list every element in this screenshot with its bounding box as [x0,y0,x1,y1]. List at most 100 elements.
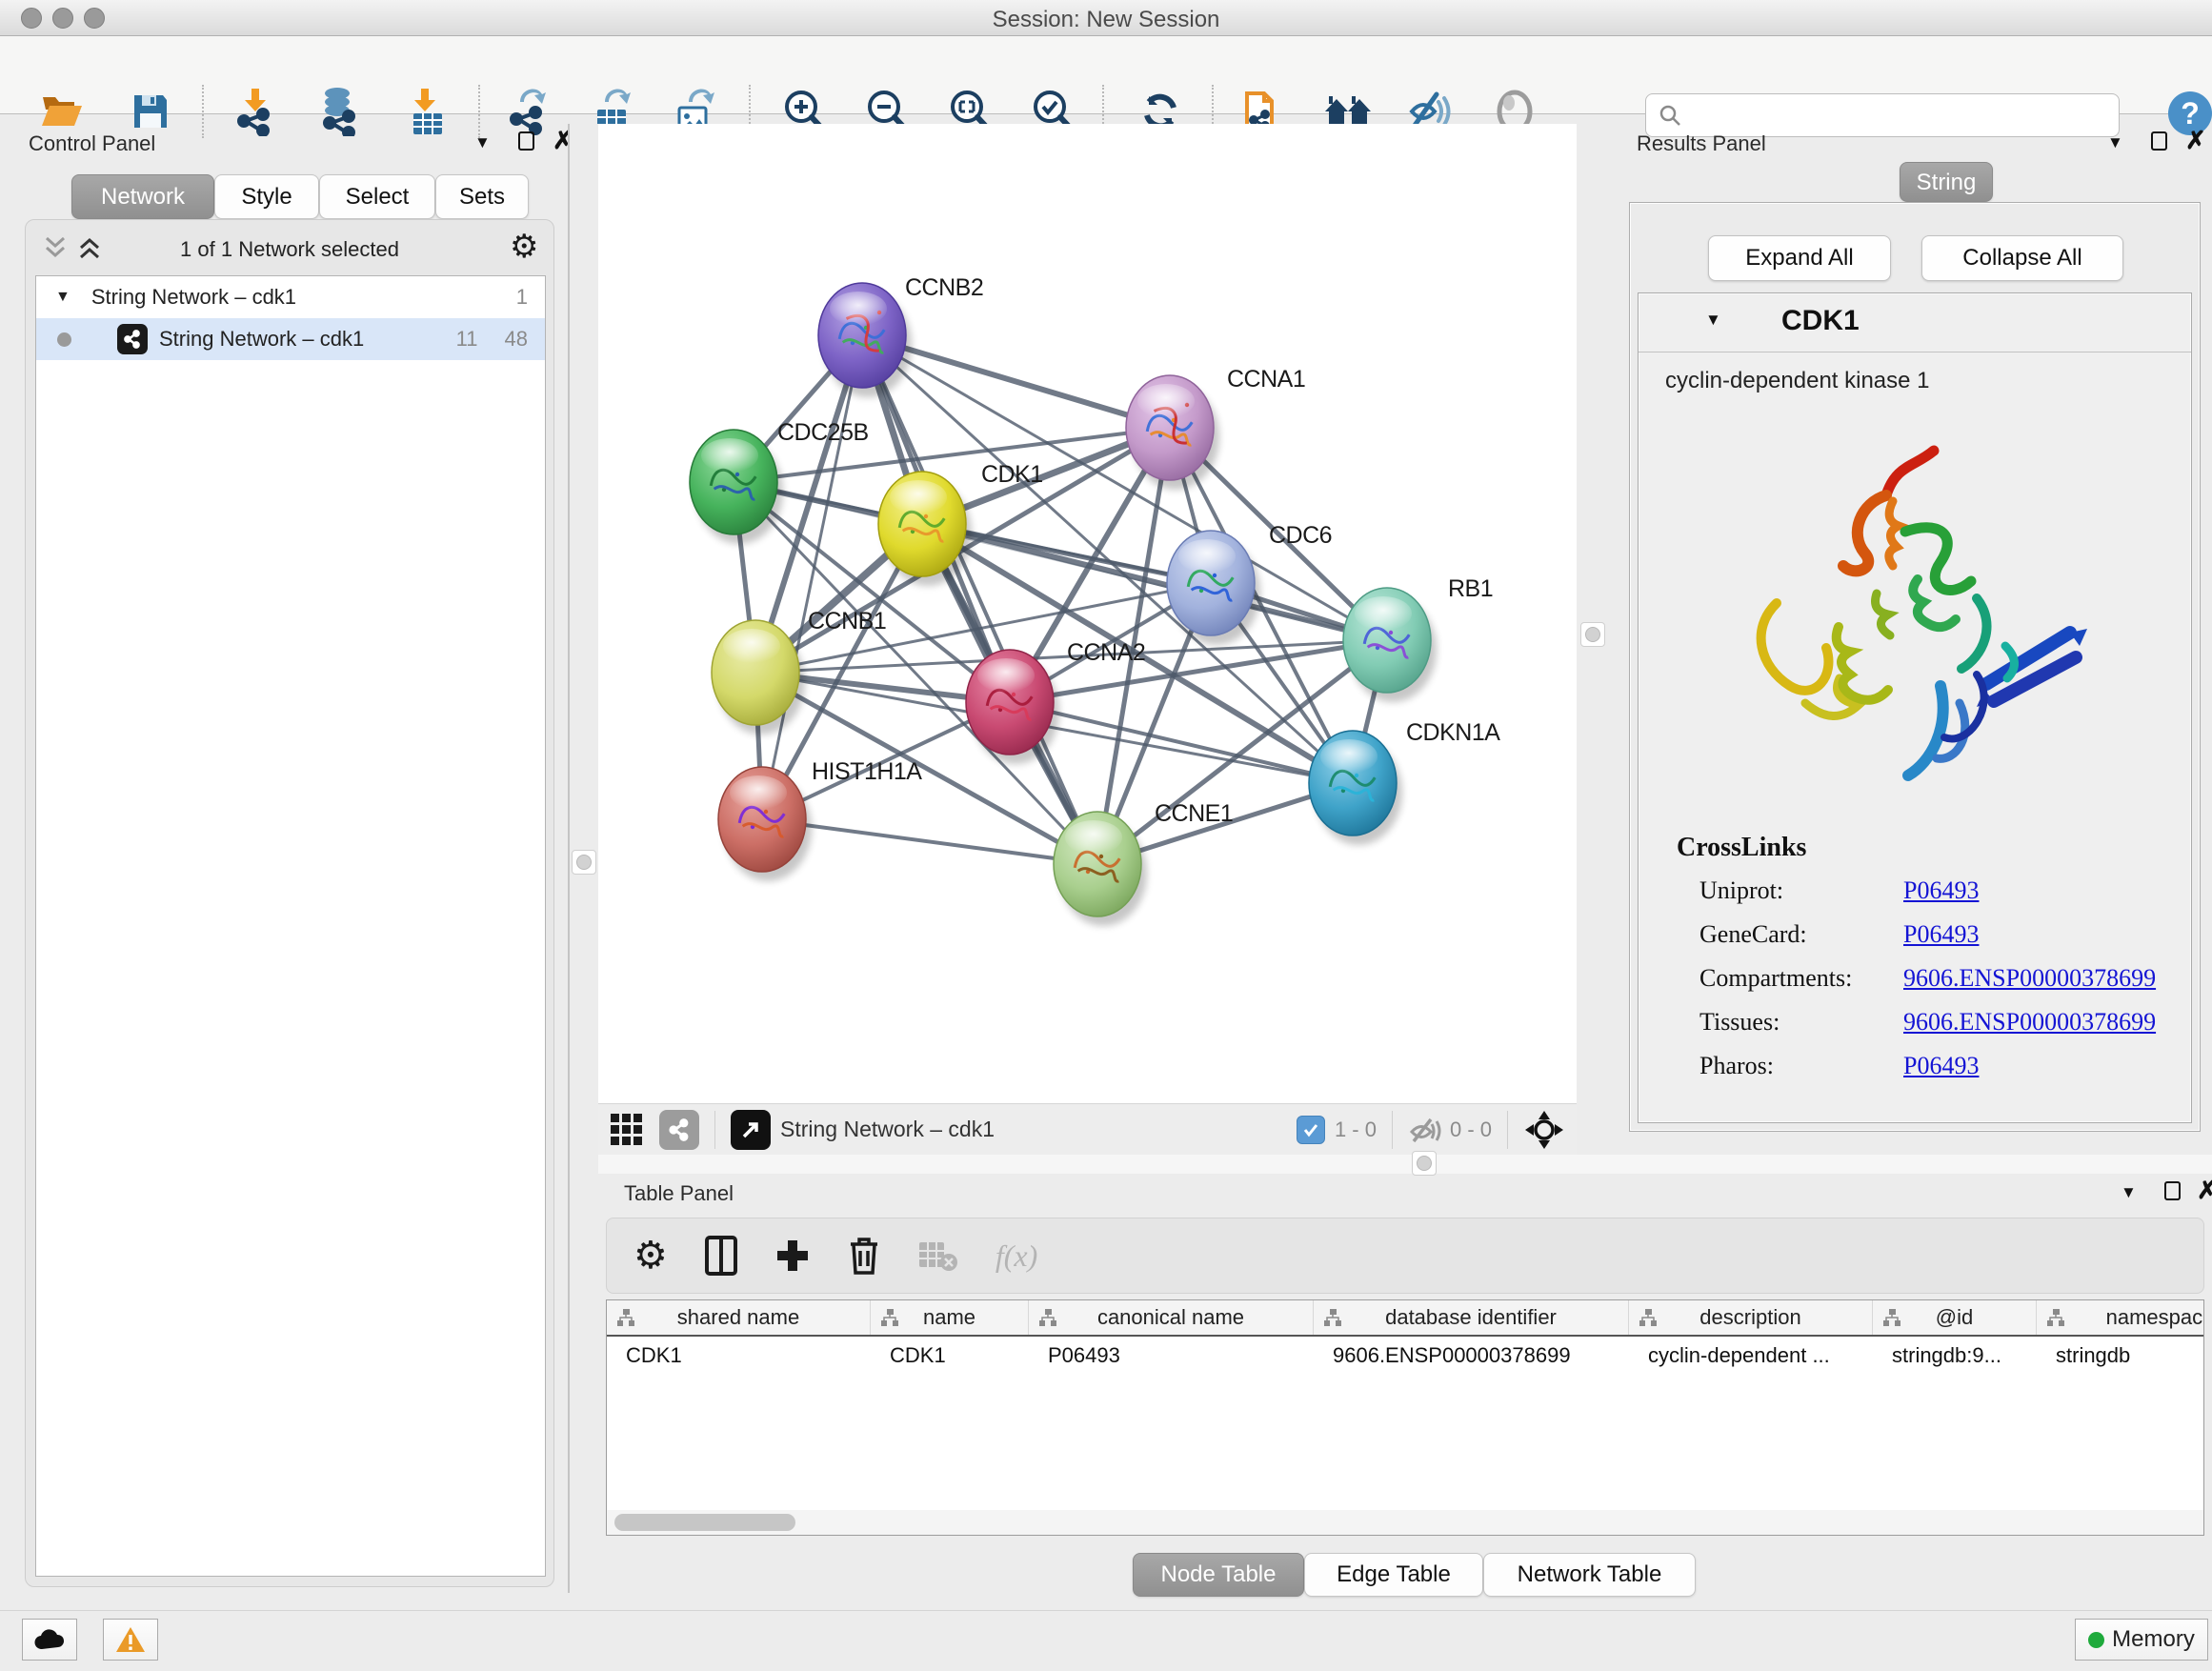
hidden-eye-icon [1408,1115,1442,1145]
left-splitter-handle[interactable] [572,850,596,875]
netbar-separator [714,1111,715,1149]
crosslink-link[interactable]: 9606.ENSP00000378699 [1903,964,2156,993]
status-bar: Memory [0,1610,2212,1671]
tab-network[interactable]: Network [71,174,214,219]
tab-node-table[interactable]: Node Table [1133,1553,1304,1597]
network-canvas[interactable]: CCNB2CCNA1CDC25BCDK1CDC6RB1CCNB1CCNA2CDK… [598,124,1577,1103]
string-results-container: Expand All Collapse All ▼ CDK1 cyclin-de… [1629,202,2201,1132]
network-node-cdkn1a[interactable] [1309,731,1402,845]
node-label-ccna2: CCNA2 [1067,639,1145,666]
warning-status-button[interactable] [103,1619,158,1661]
network-node-cdk1[interactable] [878,472,972,586]
network-type-icon [117,324,148,354]
table-tabs: Node TableEdge TableNetwork Table [1133,1553,1696,1599]
table-options-gear-icon[interactable]: ⚙ [633,1234,668,1278]
column-header-name[interactable]: name [871,1300,1029,1335]
delete-table-icon [917,1238,959,1273]
crosslink-label: Pharos: [1699,1052,1903,1080]
table-hscrollbar[interactable] [607,1510,2203,1535]
gene-collapse-icon[interactable]: ▼ [1705,311,1721,330]
fit-content-crosshair-icon[interactable] [1523,1109,1565,1151]
results-panel-float-icon[interactable] [2151,131,2167,151]
network-status-dot [57,332,71,347]
crosslink-link[interactable]: P06493 [1903,876,1979,905]
show-columns-icon[interactable] [704,1235,738,1277]
collection-count: 1 [516,285,528,310]
gene-card: ▼ CDK1 cyclin-dependent kinase 1 [1638,292,2192,1123]
network-row[interactable]: String Network – cdk1 11 48 [36,318,545,360]
control-panel-float-icon[interactable] [518,131,534,151]
node-label-ccna1: CCNA1 [1227,366,1305,393]
crosslink-link[interactable]: 9606.ENSP00000378699 [1903,1008,2156,1037]
node-label-cdc25b: CDC25B [777,419,869,446]
tab-sets[interactable]: Sets [435,174,529,219]
birdseye-view-icon[interactable] [731,1110,771,1150]
table-hscrollbar-thumb[interactable] [614,1514,795,1531]
tab-select[interactable]: Select [319,174,435,219]
delete-column-trash-icon[interactable] [847,1235,881,1277]
control-panel-tabs: NetworkStyleSelectSets [71,174,567,220]
network-node-cdc25b[interactable] [690,430,783,544]
tab-network-table[interactable]: Network Table [1483,1553,1696,1597]
tab-string[interactable]: String [1900,162,1993,202]
crosslink-row: Pharos:P06493 [1699,1044,2176,1088]
network-edge[interactable] [1010,702,1353,783]
tab-style[interactable]: Style [214,174,319,219]
column-type-icon [1038,1308,1057,1327]
collapse-all-button[interactable]: Collapse All [1921,235,2123,281]
crosslink-row: Tissues:9606.ENSP00000378699 [1699,1000,2176,1044]
left-splitter[interactable] [568,124,598,1593]
table-panel-close-icon[interactable]: ✗ [2197,1176,2212,1205]
gene-card-header[interactable]: ▼ CDK1 [1639,293,2191,352]
expand-all-button[interactable]: Expand All [1708,235,1891,281]
crosslink-label: Compartments: [1699,964,1903,993]
table-cell: CDK1 [607,1343,871,1368]
memory-button[interactable]: Memory [2075,1619,2208,1661]
column-header-databaseidentifier[interactable]: database identifier [1314,1300,1629,1335]
column-header-namespace[interactable]: namespace [2037,1300,2204,1335]
table-cell: 9606.ENSP00000378699 [1314,1343,1629,1368]
network-node-ccnb2[interactable] [818,283,912,397]
table-panel: Table Panel ▼ ✗ ⚙ f(x) shared namenameca… [598,1174,2212,1610]
network-edge[interactable] [762,819,1097,864]
network-edge-count: 48 [505,327,528,352]
crosslink-row: Uniprot:P06493 [1699,869,2176,913]
column-header-sharedname[interactable]: shared name [607,1300,871,1335]
network-node-ccna2[interactable] [966,650,1059,764]
grid-view-icon[interactable] [610,1113,644,1147]
crosslinks-list: Uniprot:P06493GeneCard:P06493Compartment… [1699,869,2176,1088]
crosslink-link[interactable]: P06493 [1903,920,1979,949]
results-panel-title: Results Panel [1637,131,1766,156]
selected-checkbox[interactable] [1297,1116,1325,1144]
column-header-id[interactable]: @id [1873,1300,2037,1335]
network-node-ccna1[interactable] [1126,375,1219,490]
table-panel-float-icon[interactable] [2164,1181,2181,1200]
results-panel: Results Panel ▼ ✗ String Expand All Coll… [1619,124,2212,1139]
network-options-gear-icon[interactable]: ⚙ [510,228,538,266]
column-header-canonicalname[interactable]: canonical name [1029,1300,1314,1335]
table-panel-menu-icon[interactable]: ▼ [2121,1183,2137,1202]
right-splitter-handle[interactable] [1580,622,1605,647]
control-panel-menu-icon[interactable]: ▼ [474,133,491,152]
network-node-hist1h1a[interactable] [718,767,812,881]
table-cell: P06493 [1029,1343,1314,1368]
horizontal-splitter[interactable] [598,1155,2212,1174]
cloud-icon [32,1628,67,1651]
table-row[interactable]: CDK1CDK1P064939606.ENSP00000378699cyclin… [607,1337,2203,1375]
results-panel-close-icon[interactable]: ✗ [2185,126,2206,155]
network-view-icon[interactable] [659,1110,699,1150]
network-edge[interactable] [762,335,862,819]
control-panel: Control Panel ▼ ✗ NetworkStyleSelectSets… [10,124,570,1593]
collection-expand-icon[interactable]: ▼ [55,289,70,306]
tab-edge-table[interactable]: Edge Table [1304,1553,1483,1597]
cloud-status-button[interactable] [22,1619,77,1661]
network-node-rb1[interactable] [1343,588,1437,702]
column-label: shared name [607,1305,870,1330]
network-collection-row[interactable]: ▼ String Network – cdk1 1 [36,276,545,318]
crosslink-link[interactable]: P06493 [1903,1052,1979,1080]
network-node-ccne1[interactable] [1054,812,1147,926]
add-column-icon[interactable] [774,1238,811,1274]
results-panel-menu-icon[interactable]: ▼ [2107,133,2123,152]
column-header-description[interactable]: description [1629,1300,1873,1335]
horizontal-splitter-handle[interactable] [1412,1151,1437,1176]
